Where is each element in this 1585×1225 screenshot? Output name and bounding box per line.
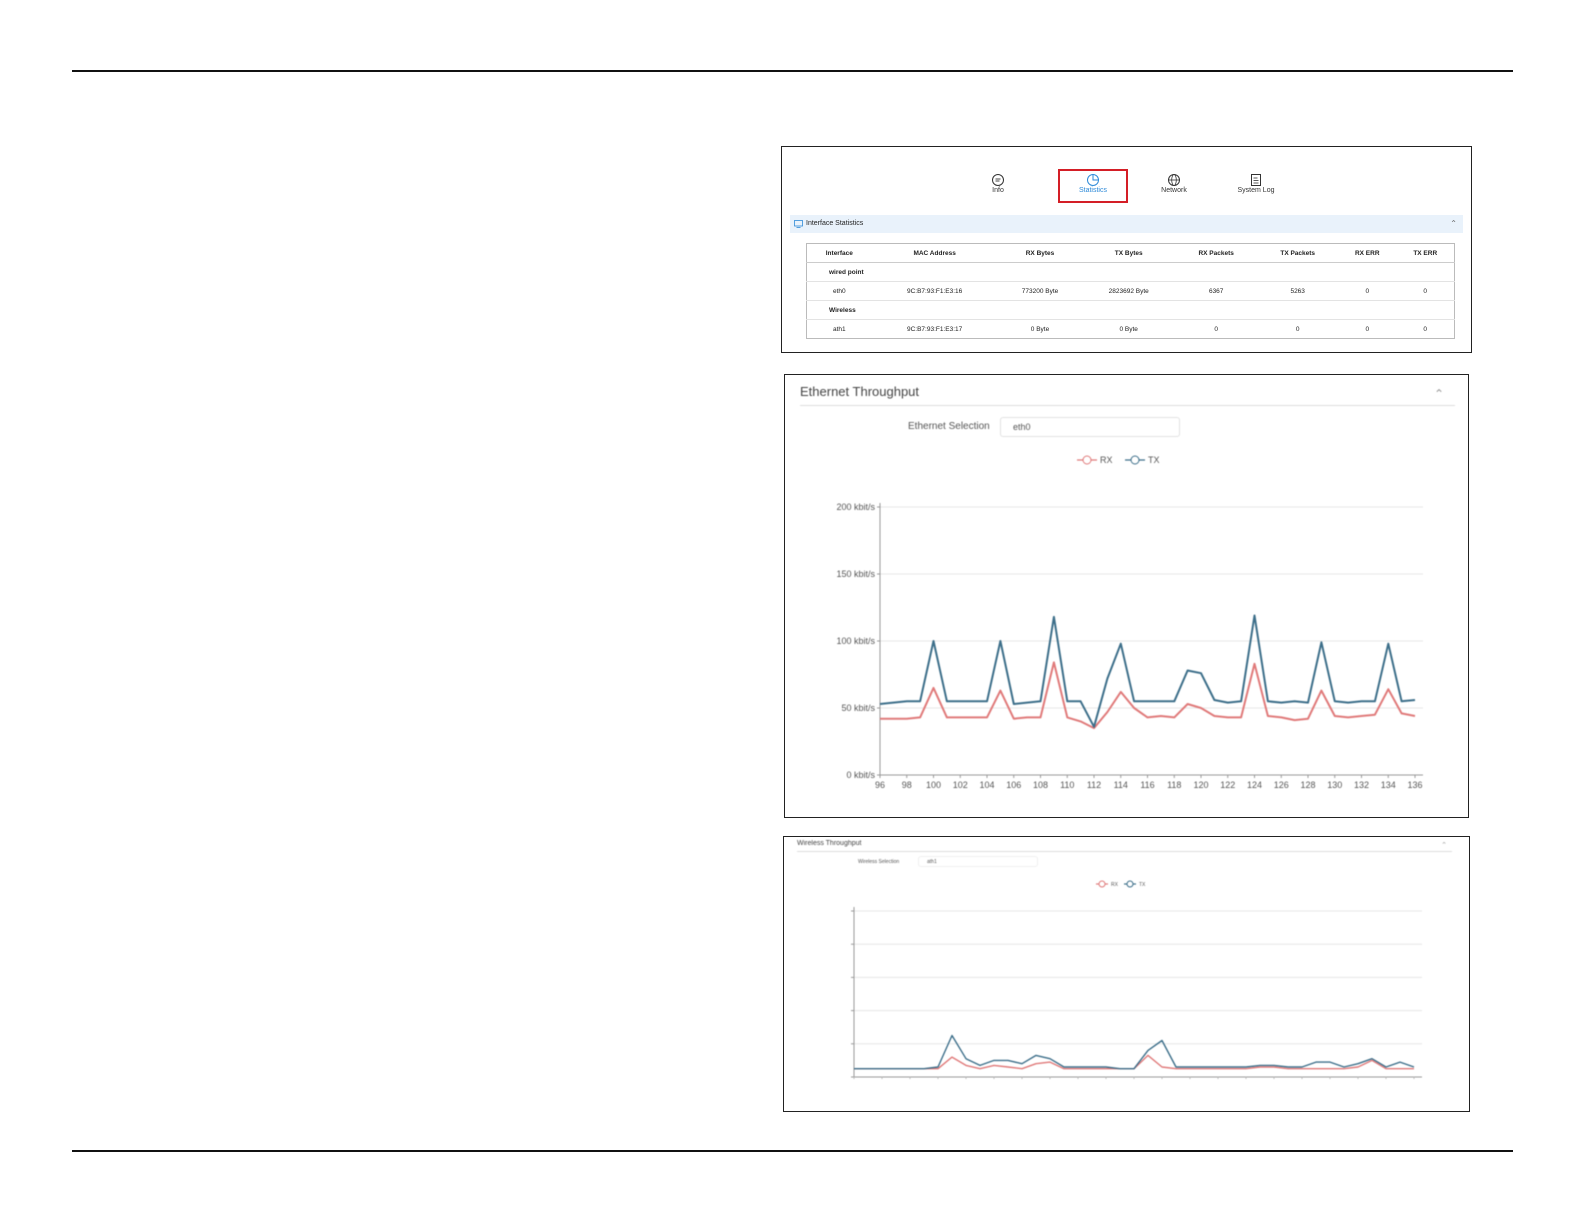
active-tab-highlight xyxy=(1058,169,1128,203)
table-cell: 6367 xyxy=(1175,281,1258,301)
monitor-icon xyxy=(794,220,803,228)
table-cell: eth0 xyxy=(806,281,872,301)
y-tick-label: 150 kbit/s xyxy=(836,569,875,579)
nav-item-system-log[interactable]: System Log xyxy=(1221,171,1291,194)
wireless-throughput-panel: Wireless Throughput ⌃ Wireless Selection… xyxy=(783,836,1470,1112)
table-cell: 9C:B7:93:F1:E3:16 xyxy=(871,281,998,301)
table-cell: 0 xyxy=(1257,319,1339,339)
x-tick-label: 106 xyxy=(1006,780,1021,790)
section-title: Interface Statistics xyxy=(806,220,864,227)
globe-icon xyxy=(1168,174,1180,186)
x-tick-label: 112 xyxy=(1087,780,1101,790)
legend-label: TX xyxy=(1139,882,1146,888)
interface-statistics-header[interactable]: Interface Statistics ⌃ xyxy=(790,215,1463,233)
column-header: TX Packets xyxy=(1257,243,1339,263)
x-tick-label: 102 xyxy=(953,780,968,790)
series-line-tx xyxy=(879,614,1416,728)
y-tick-label: 50 kbit/s xyxy=(841,703,875,713)
legend-label: RX xyxy=(1111,882,1119,888)
ethernet-throughput-chart: RX TX 0 kbit/s 50 kbit/s 100 kbit/s 150 kbit/… xyxy=(836,455,1423,790)
table-cell: 0 Byte xyxy=(997,319,1083,339)
table-cell: 9C:B7:93:F1:E3:17 xyxy=(871,319,998,339)
column-header: Interface xyxy=(806,243,872,263)
x-tick-label: 100 xyxy=(926,780,941,790)
nav-label-network: Network xyxy=(1161,187,1187,194)
table-header-row: Interface MAC Address RX Bytes TX Bytes RX P… xyxy=(806,243,1455,263)
statistics-panel: Info Statistics Network System Log Inter… xyxy=(781,146,1472,353)
table-cell: 773200 Byte xyxy=(997,281,1083,301)
legend-label: TX xyxy=(1148,455,1160,465)
table-cell: ath1 xyxy=(806,319,872,339)
x-tick-label: 98 xyxy=(902,780,912,790)
nav-label-info: Info xyxy=(992,187,1004,194)
ethernet-throughput-panel: Ethernet Throughput ⌃ Ethernet Selection… xyxy=(784,374,1469,818)
column-header: TX ERR xyxy=(1396,243,1455,263)
x-tick-label: 110 xyxy=(1060,780,1074,790)
column-header: MAC Address xyxy=(871,243,998,263)
x-tick-label: 122 xyxy=(1220,780,1235,790)
chevron-up-icon[interactable]: ⌃ xyxy=(1450,215,1457,233)
nav-label-system-log: System Log xyxy=(1237,187,1275,194)
x-tick-label: 136 xyxy=(1407,780,1422,790)
chat-icon xyxy=(992,174,1004,186)
nav-item-network[interactable]: Network xyxy=(1139,171,1209,194)
y-tick-label: 100 kbit/s xyxy=(836,636,875,646)
x-tick-label: 104 xyxy=(979,780,994,790)
table-group-row: wired point xyxy=(806,262,1455,282)
x-tick-label: 132 xyxy=(1354,780,1369,790)
series-line-rx xyxy=(880,661,1416,730)
x-tick-label: 118 xyxy=(1167,780,1181,790)
table-cell: 2823692 Byte xyxy=(1082,281,1176,301)
column-header: TX Bytes xyxy=(1082,243,1176,263)
table-cell: 0 xyxy=(1175,319,1258,339)
table-cell: 0 xyxy=(1338,319,1397,339)
table-cell: 0 xyxy=(1396,319,1455,339)
x-tick-label: 114 xyxy=(1114,780,1128,790)
x-tick-label: 124 xyxy=(1247,780,1262,790)
interface-statistics-table: Interface MAC Address RX Bytes TX Bytes RX P… xyxy=(806,243,1455,339)
table-row: ath1 9C:B7:93:F1:E3:17 0 Byte 0 Byte 0 0 0 0 xyxy=(806,319,1455,339)
table-cell: 0 xyxy=(1396,281,1455,301)
group-label: Wireless xyxy=(806,300,1455,320)
series-line-tx xyxy=(854,1034,1415,1070)
x-tick-label: 96 xyxy=(875,780,885,790)
x-tick-label: 116 xyxy=(1140,780,1154,790)
table-cell: 0 Byte xyxy=(1082,319,1176,339)
x-tick-label: 130 xyxy=(1327,780,1342,790)
legend-swatch-marker xyxy=(1098,880,1106,888)
column-header: RX ERR xyxy=(1338,243,1397,263)
x-tick-label: 126 xyxy=(1274,780,1289,790)
wireless-throughput-chart: RX TX xyxy=(851,880,1422,1079)
y-tick-label: 200 kbit/s xyxy=(836,502,875,512)
legend-swatch-marker xyxy=(1082,455,1092,465)
legend-label: RX xyxy=(1100,455,1113,465)
x-tick-label: 120 xyxy=(1193,780,1208,790)
table-cell: 5263 xyxy=(1257,281,1339,301)
document-icon xyxy=(1251,174,1261,186)
column-header: RX Packets xyxy=(1175,243,1258,263)
nav-item-info[interactable]: Info xyxy=(963,171,1033,194)
table-cell: 0 xyxy=(1338,281,1397,301)
x-tick-label: 128 xyxy=(1300,780,1315,790)
x-tick-label: 134 xyxy=(1381,780,1396,790)
table-row: eth0 9C:B7:93:F1:E3:16 773200 Byte 2823692 … xyxy=(806,281,1455,301)
top-rule xyxy=(72,70,1513,72)
x-tick-label: 108 xyxy=(1033,780,1048,790)
bottom-rule xyxy=(72,1150,1513,1152)
column-header: RX Bytes xyxy=(997,243,1083,263)
y-tick-label: 0 kbit/s xyxy=(846,770,875,780)
legend-swatch-marker xyxy=(1126,880,1134,888)
group-label: wired point xyxy=(806,262,1455,282)
table-group-row: Wireless xyxy=(806,300,1455,320)
legend-swatch-marker xyxy=(1130,455,1140,465)
